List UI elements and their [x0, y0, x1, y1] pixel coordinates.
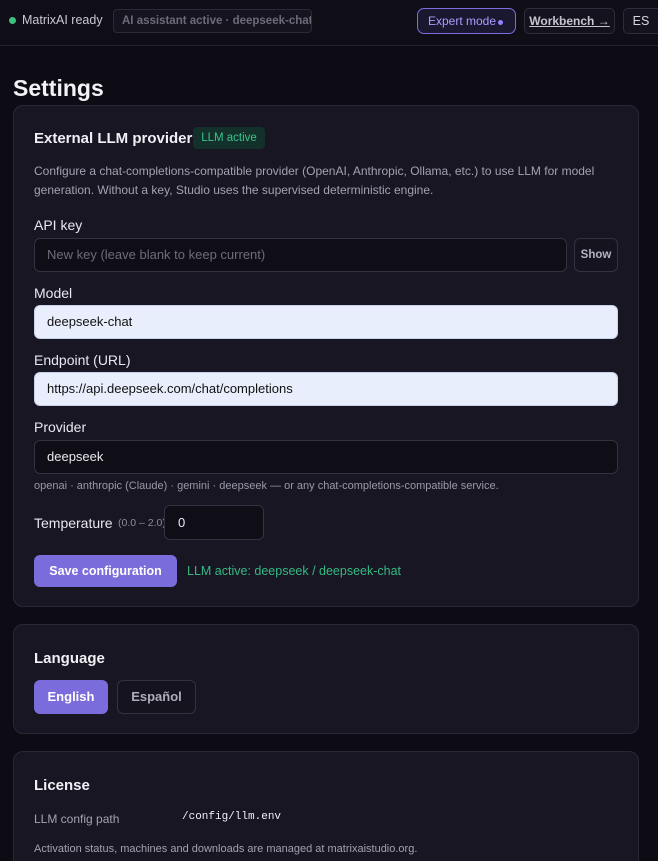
llm-status-badge: LLM active	[193, 127, 265, 149]
save-configuration-button[interactable]: Save configuration	[34, 555, 177, 587]
config-path-label: LLM config path	[34, 812, 120, 826]
status-indicator-icon	[9, 17, 16, 24]
language-card	[13, 624, 639, 734]
temperature-range: (0.0 – 2.0)	[118, 517, 166, 529]
model-label: Model	[34, 285, 73, 301]
api-key-label: API key	[34, 217, 83, 233]
temperature-input[interactable]: 0	[164, 505, 264, 540]
expert-mode-button[interactable]: Expert mode	[417, 8, 516, 34]
page-title: Settings	[13, 75, 104, 101]
temperature-label: Temperature	[34, 515, 113, 531]
license-note: Activation status, machines and download…	[34, 843, 418, 855]
top-bar: MatrixAI ready AI assistant active · dee…	[0, 0, 658, 46]
language-option-english[interactable]: English	[34, 680, 108, 714]
save-status-text: LLM active: deepseek / deepseek-chat	[187, 564, 402, 578]
assistant-status-pill: AI assistant active · deepseek-chat	[113, 9, 312, 33]
license-card-title: License	[34, 777, 90, 794]
language-toggle-button[interactable]: ES	[623, 8, 658, 34]
language-option-espanol[interactable]: Español	[117, 680, 196, 714]
llm-card-title: External LLM provider	[34, 130, 193, 147]
expert-mode-label: Expert mode	[428, 14, 497, 28]
workbench-link[interactable]: Workbench →	[524, 8, 615, 34]
expert-mode-dot-icon	[498, 20, 503, 25]
provider-label: Provider	[34, 419, 87, 435]
provider-hint: openai · anthropic (Claude) · gemini · d…	[34, 480, 499, 492]
status-text: MatrixAI ready	[22, 13, 103, 27]
api-key-placeholder: New key (leave blank to keep current)	[47, 247, 266, 262]
config-path-value: /config/llm.env	[182, 811, 282, 823]
llm-card-description: Configure a chat-completions-compatible …	[34, 164, 595, 197]
model-input[interactable]: deepseek-chat	[34, 305, 618, 339]
endpoint-label: Endpoint (URL)	[34, 352, 131, 368]
language-card-title: Language	[34, 650, 105, 667]
api-key-input[interactable]: New key (leave blank to keep current)	[34, 238, 567, 272]
provider-input[interactable]: deepseek	[34, 440, 618, 474]
endpoint-input[interactable]: https://api.deepseek.com/chat/completion…	[34, 372, 618, 406]
show-key-button[interactable]: Show	[574, 238, 618, 272]
